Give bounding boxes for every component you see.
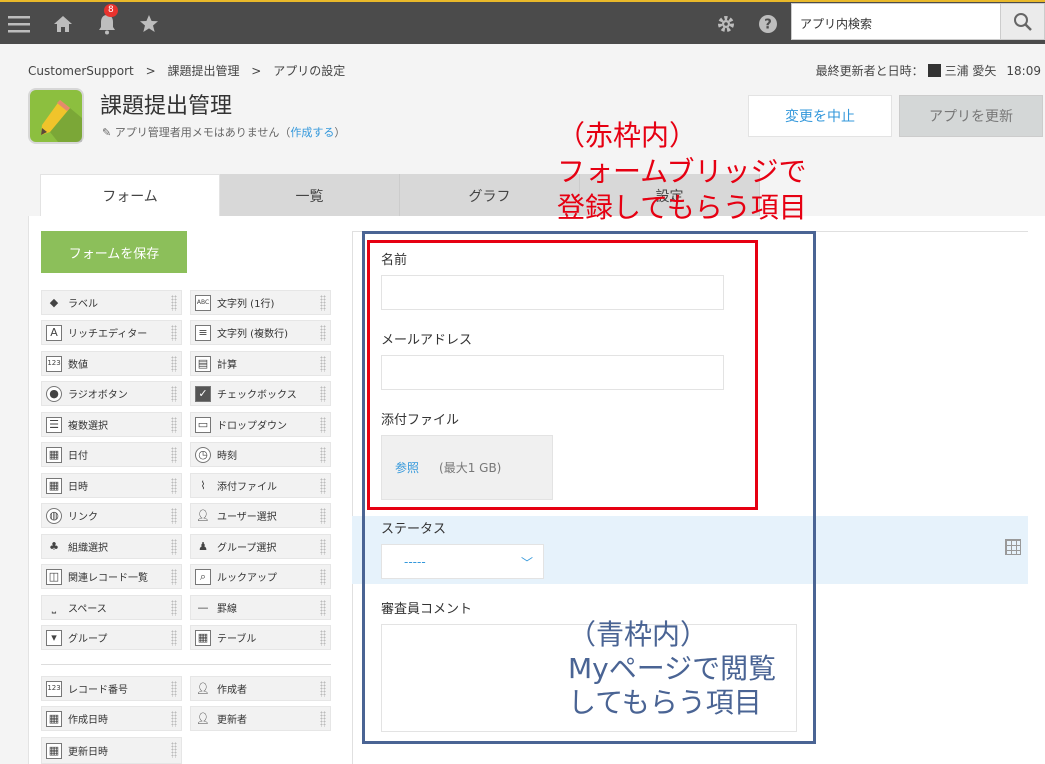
org-icon: ♣ [49, 540, 59, 553]
table-icon: ▦ [195, 629, 211, 646]
home-icon[interactable] [50, 8, 76, 40]
palette-item-date[interactable]: ▦ 日付 [41, 442, 182, 467]
help-icon[interactable]: ? [755, 8, 781, 40]
breadcrumb-app[interactable]: 課題提出管理 [167, 64, 239, 78]
multi-select-icon: ☰ [46, 416, 62, 433]
user-icon: 👤︎ [196, 712, 210, 725]
palette-item-record-number[interactable]: 123 レコード番号 [41, 676, 182, 701]
calendar-icon: ▦ [46, 477, 62, 494]
save-form-button[interactable]: フォームを保存 [41, 231, 187, 273]
memo-icon: ✎ [102, 126, 115, 139]
palette-item-user-select[interactable]: 👤︎ ユーザー選択 [190, 503, 331, 528]
palette-item-label[interactable]: ◆ ラベル [41, 290, 182, 315]
palette-item-single-line-text[interactable]: ABC 文字列 (1行) [190, 290, 331, 315]
group-icon: ▾ [46, 629, 62, 646]
tab-form[interactable]: フォーム [40, 174, 220, 217]
app-title: 課題提出管理 [100, 94, 233, 119]
calculator-icon: ▤ [195, 355, 211, 372]
pencil-icon [41, 100, 82, 142]
menu-icon[interactable] [6, 8, 32, 40]
lookup-icon: ⌕ [195, 568, 211, 585]
radio-icon: ● [46, 385, 62, 402]
user-icon [927, 64, 941, 77]
palette-item-calculated[interactable]: ▤ 計算 [190, 351, 331, 376]
palette-item-table[interactable]: ▦ テーブル [190, 625, 331, 650]
updated-user[interactable]: 三浦 愛矢 [945, 62, 997, 79]
palette-item-org-select[interactable]: ♣ 組織選択 [41, 534, 182, 559]
palette-item-link[interactable]: ◍ リンク [41, 503, 182, 528]
palette-divider [41, 664, 331, 665]
globe-icon: ◍ [46, 507, 62, 524]
svg-text:?: ? [764, 18, 772, 33]
palette-item-number[interactable]: 123 数値 [41, 351, 182, 376]
palette-item-updated-datetime[interactable]: ▦ 更新日時 [41, 737, 182, 764]
paperclip-icon: ⌇ [200, 479, 206, 492]
updated-label: 最終更新者と日時： [815, 64, 924, 78]
calendar-icon: ▦ [46, 710, 62, 727]
red-annotation-frame [367, 240, 758, 510]
palette-item-space[interactable]: ⎵ スペース [41, 595, 182, 620]
space-icon: ⎵ [51, 601, 57, 614]
related-records-icon: ◫ [46, 568, 62, 585]
clock-icon: ◷ [195, 446, 211, 463]
palette-item-radio[interactable]: ● ラジオボタン [41, 381, 182, 406]
checkbox-icon: ✓ [195, 385, 211, 402]
tab-graph[interactable]: グラフ [400, 174, 580, 217]
last-updated: 最終更新者と日時： 三浦 愛矢 18:09 [816, 62, 1041, 79]
palette-item-multi-line-text[interactable]: ≡ 文字列 (複数行) [190, 320, 331, 345]
app-icon [28, 88, 84, 144]
palette-item-datetime[interactable]: ▦ 日時 [41, 473, 182, 498]
rich-text-icon: A [46, 324, 62, 341]
tag-icon: ◆ [49, 296, 59, 309]
multi-line-text-icon: ≡ [195, 324, 211, 341]
calendar-icon: ▦ [46, 446, 62, 463]
search-input[interactable]: アプリ内検索 [791, 3, 1001, 40]
gear-icon[interactable] [713, 8, 739, 40]
search-icon [1013, 12, 1032, 31]
update-app-button[interactable]: アプリを更新 [899, 95, 1043, 137]
breadcrumb-separator: > [251, 64, 262, 78]
notification-badge: 8 [104, 4, 118, 17]
user-icon: 👤︎ [196, 509, 210, 522]
palette-item-rich-editor[interactable]: A リッチエディター [41, 320, 182, 345]
users-icon: ♟ [198, 540, 208, 553]
breadcrumb-separator: > [145, 64, 156, 78]
calendar-icon: ▦ [46, 742, 62, 759]
table-icon[interactable] [1005, 539, 1021, 555]
search-button[interactable] [1000, 3, 1045, 40]
palette-item-updated-by[interactable]: 👤︎ 更新者 [190, 706, 331, 731]
create-memo-link[interactable]: 作成する [290, 126, 334, 139]
number-icon: 123 [46, 680, 62, 697]
single-line-text-icon: ABC [195, 294, 211, 311]
palette-item-group[interactable]: ▾ グループ [41, 625, 182, 650]
palette-item-related-records[interactable]: ◫ 関連レコード一覧 [41, 564, 182, 589]
border-line-icon: — [197, 601, 209, 614]
user-icon: 👤︎ [196, 682, 210, 695]
palette-item-attachment[interactable]: ⌇ 添付ファイル [190, 473, 331, 498]
updated-time: 18:09 [1006, 63, 1041, 78]
palette-item-group-select[interactable]: ♟ グループ選択 [190, 534, 331, 559]
blue-annotation-note: （青枠内） Myページで閲覧 してもらう項目 [568, 618, 777, 719]
palette-item-created-datetime[interactable]: ▦ 作成日時 [41, 706, 182, 731]
palette-item-time[interactable]: ◷ 時刻 [190, 442, 331, 467]
palette-item-checkbox[interactable]: ✓ チェックボックス [190, 381, 331, 406]
red-annotation-note: （赤枠内） フォームブリッジで 登録してもらう項目 [557, 119, 807, 224]
breadcrumb-current: アプリの設定 [273, 64, 346, 78]
palette-item-border[interactable]: — 罫線 [190, 595, 331, 620]
dropdown-icon: ▭ [195, 416, 211, 433]
star-icon[interactable] [136, 8, 162, 40]
app-memo: ✎ アプリ管理者用メモはありません（作成する） [102, 126, 346, 139]
palette-item-dropdown[interactable]: ▭ ドロップダウン [190, 412, 331, 437]
number-icon: 123 [46, 355, 62, 372]
palette-item-lookup[interactable]: ⌕ ルックアップ [190, 564, 331, 589]
breadcrumb: CustomerSupport > 課題提出管理 > アプリの設定 [28, 62, 353, 79]
breadcrumb-space[interactable]: CustomerSupport [28, 64, 134, 78]
palette-item-created-by[interactable]: 👤︎ 作成者 [190, 676, 331, 701]
palette-item-multi-select[interactable]: ☰ 複数選択 [41, 412, 182, 437]
tab-list[interactable]: 一覧 [220, 174, 400, 217]
